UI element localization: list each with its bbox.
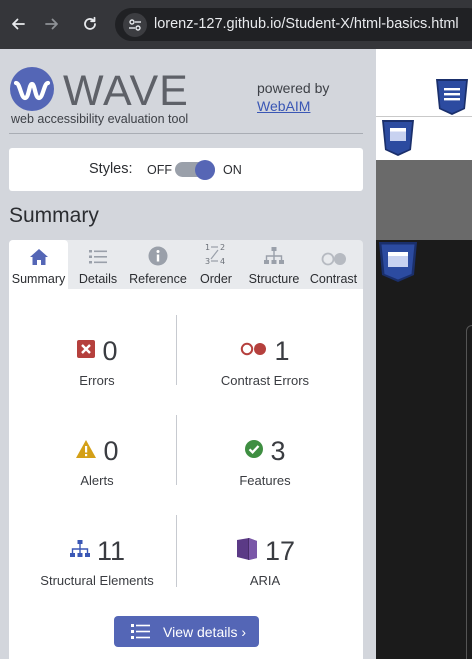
tab-structure[interactable]: Structure bbox=[244, 240, 304, 289]
styles-toggle-box: Styles: OFF ON bbox=[9, 148, 363, 191]
page-banner bbox=[376, 160, 472, 240]
svg-text:4: 4 bbox=[220, 257, 225, 266]
aria-label: ARIA bbox=[249, 573, 281, 588]
reload-icon[interactable] bbox=[78, 12, 102, 36]
tab-summary[interactable]: Summary bbox=[9, 240, 68, 289]
site-settings-icon[interactable] bbox=[123, 13, 147, 37]
home-icon bbox=[29, 240, 49, 266]
aria-count: 17 bbox=[264, 535, 296, 566]
alerts-count: 0 bbox=[103, 435, 119, 466]
features-label: Features bbox=[239, 473, 291, 488]
wave-logo-text: WAVE bbox=[63, 67, 189, 115]
html5-structure-icon[interactable] bbox=[378, 241, 418, 288]
wave-sidebar: WAVE web accessibility evaluation tool p… bbox=[0, 49, 376, 659]
errors-label: Errors bbox=[79, 373, 115, 388]
styles-on-label: ON bbox=[223, 163, 242, 177]
page-content-panel bbox=[466, 325, 472, 659]
contrast-icon bbox=[321, 240, 347, 266]
feature-check-icon bbox=[244, 439, 264, 464]
page-viewport[interactable] bbox=[376, 49, 472, 659]
errors-count: 0 bbox=[102, 335, 118, 366]
stat-errors[interactable]: 0 Errors bbox=[9, 335, 185, 388]
structure-icon bbox=[263, 240, 285, 266]
contrast-errors-label: Contrast Errors bbox=[220, 373, 310, 388]
tab-contrast[interactable]: Contrast bbox=[304, 240, 363, 289]
styles-toggle-knob[interactable] bbox=[195, 160, 215, 180]
forward-arrow-icon[interactable] bbox=[40, 12, 64, 36]
wave-tagline: web accessibility evaluation tool bbox=[11, 112, 189, 126]
tab-reference[interactable]: Reference bbox=[128, 240, 188, 289]
alerts-label: Alerts bbox=[80, 473, 114, 488]
svg-text:3: 3 bbox=[205, 257, 210, 266]
tab-details-label: Details bbox=[78, 272, 118, 286]
styles-off-label: OFF bbox=[147, 163, 172, 177]
address-bar[interactable]: lorenz-127.github.io/Student-X/html-basi… bbox=[115, 8, 472, 41]
url-text[interactable]: lorenz-127.github.io/Student-X/html-basi… bbox=[154, 16, 459, 32]
view-details-label: View details › bbox=[163, 624, 247, 640]
stat-structural-elements[interactable]: 11 Structural Elements bbox=[9, 535, 185, 589]
summary-heading: Summary bbox=[9, 204, 99, 227]
contrast-errors-count: 1 bbox=[274, 335, 290, 366]
webaim-link[interactable]: WebAIM bbox=[257, 98, 310, 114]
tab-order[interactable]: 1 2 3 4 Order bbox=[188, 240, 244, 289]
order-icon: 1 2 3 4 bbox=[204, 240, 228, 266]
structural-count: 11 bbox=[96, 535, 126, 566]
stat-features[interactable]: 3 Features bbox=[177, 435, 353, 489]
summary-panel: 0 Errors 1 Contrast Errors 0 Alerts 3 Fe… bbox=[9, 289, 363, 659]
structural-label: Structural Elements bbox=[40, 573, 154, 588]
back-arrow-icon[interactable] bbox=[6, 12, 30, 36]
tab-details[interactable]: Details bbox=[68, 240, 128, 289]
list-icon bbox=[88, 240, 108, 266]
divider bbox=[9, 133, 363, 134]
features-count: 3 bbox=[270, 435, 286, 466]
powered-by-text: powered by bbox=[257, 80, 330, 96]
html5-structure-icon[interactable] bbox=[381, 119, 415, 162]
info-icon bbox=[148, 240, 168, 266]
tab-summary-label: Summary bbox=[11, 272, 66, 286]
svg-text:1: 1 bbox=[205, 243, 210, 252]
stat-contrast-errors[interactable]: 1 Contrast Errors bbox=[177, 335, 353, 389]
structure-icon bbox=[69, 539, 91, 564]
alert-icon bbox=[75, 439, 97, 464]
list-icon bbox=[131, 623, 150, 645]
browser-toolbar: lorenz-127.github.io/Student-X/html-basi… bbox=[0, 0, 472, 49]
stat-alerts[interactable]: 0 Alerts bbox=[9, 435, 185, 488]
styles-label: Styles: bbox=[89, 161, 133, 177]
view-details-button[interactable]: View details › bbox=[114, 616, 259, 647]
panel-tabs: Summary Details Reference 1 2 3 4 Order Str… bbox=[9, 240, 363, 289]
aria-icon bbox=[235, 537, 259, 566]
stat-aria[interactable]: 17 ARIA bbox=[177, 535, 353, 588]
svg-text:2: 2 bbox=[220, 243, 225, 252]
contrast-error-icon bbox=[240, 342, 268, 361]
tab-reference-label: Reference bbox=[129, 272, 187, 286]
html5-structure-icon[interactable] bbox=[435, 78, 469, 121]
tab-structure-label: Structure bbox=[248, 272, 300, 286]
tab-contrast-label: Contrast bbox=[309, 272, 358, 286]
wave-logo-icon bbox=[9, 66, 55, 117]
tab-order-label: Order bbox=[200, 272, 232, 286]
error-icon bbox=[76, 339, 96, 364]
